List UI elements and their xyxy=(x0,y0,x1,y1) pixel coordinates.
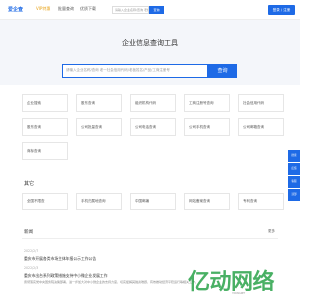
tool-item[interactable]: 公司批量查询 xyxy=(76,118,122,136)
news-date: 2022/2/3 xyxy=(24,266,39,270)
tool-item[interactable]: 企业搜索 xyxy=(22,94,68,112)
side-service-button[interactable]: 客服 xyxy=(288,176,300,188)
others-section-title: 其它 xyxy=(24,181,35,187)
watermark-subtext: YIDONGNET xyxy=(232,292,246,295)
tool-item[interactable]: 商标查询 xyxy=(22,142,68,160)
top-navbar: 爱企查 VIP特惠 批量查询 优质下载 请输入企业名称/查询 老板名字... 查… xyxy=(0,0,300,20)
news-date: 2022/2/7 xyxy=(24,249,39,253)
others-item[interactable]: 中国邮编 xyxy=(130,193,176,210)
others-item[interactable]: 专利查询 xyxy=(238,193,284,210)
side-feedback-button[interactable]: 反馈 xyxy=(288,163,300,175)
hero-search-button[interactable]: 查询 xyxy=(208,64,237,78)
tool-item[interactable]: 工商注册号查询 xyxy=(184,94,230,112)
nav-batch-query-link[interactable]: 批量查询 xyxy=(58,6,74,12)
nav-download-link[interactable]: 优质下载 xyxy=(80,6,96,12)
tool-item[interactable]: 股东查询 xyxy=(22,118,68,136)
news-heading: 新闻 xyxy=(24,230,33,235)
news-divider xyxy=(22,238,278,239)
tool-item[interactable]: 股东查询 xyxy=(76,94,122,112)
news-title-link[interactable]: 重庆市出台系列政策措施支持中小微企业发展工作 xyxy=(24,273,108,279)
news-title-link[interactable]: 重庆市开展各类市场主体年报公示工作公告 xyxy=(24,256,96,262)
others-item[interactable]: 网站备案查询 xyxy=(184,193,230,210)
tool-item[interactable]: 公司手机查询 xyxy=(184,118,230,136)
side-top-button[interactable]: 顶部 xyxy=(288,189,300,201)
tool-item[interactable]: 组织机构代码 xyxy=(130,94,176,112)
news-more-link[interactable]: 更多 xyxy=(268,229,275,234)
side-search-button[interactable]: 搜索 xyxy=(288,150,300,162)
watermark-logo: 亿动网络 xyxy=(188,270,275,295)
others-item[interactable]: 手机归属地查询 xyxy=(76,193,122,210)
site-logo[interactable]: 爱企查 xyxy=(8,6,23,13)
top-search-input[interactable]: 请输入企业名称/查询 老板名字... xyxy=(112,6,149,14)
tool-item[interactable]: 公司邮箱查询 xyxy=(238,118,284,136)
top-search-button[interactable]: 查询 xyxy=(149,6,164,14)
tool-item[interactable]: 公司电话查询 xyxy=(130,118,176,136)
hero-search-input[interactable]: 请输入企业名称/查询 老一社会信用代码/老板姓名/产品/工商注册号 xyxy=(62,64,208,78)
nav-vip-link[interactable]: VIP特惠 xyxy=(36,6,50,12)
others-item[interactable]: 全国不限查 xyxy=(22,193,68,210)
hero-title: 企业信息查询工具 xyxy=(122,39,178,47)
tool-item[interactable]: 社会信用代码 xyxy=(238,94,284,112)
login-register-button[interactable]: 登录 / 注册 xyxy=(268,5,295,15)
